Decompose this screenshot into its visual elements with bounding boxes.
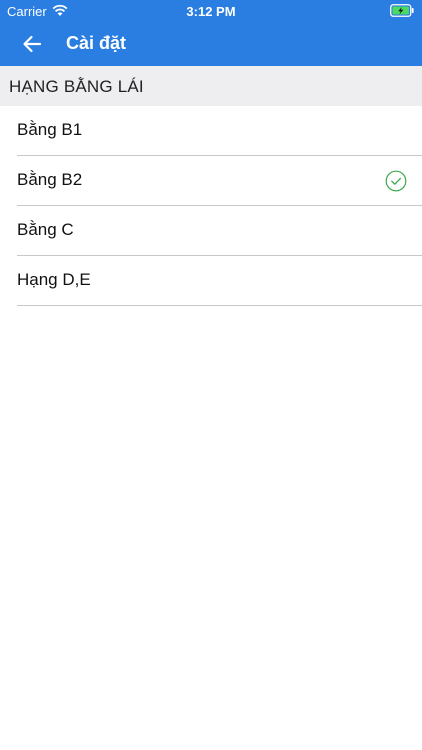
status-bar: Carrier 3:12 PM: [0, 0, 422, 22]
list-item-d-e[interactable]: Hạng D,E: [17, 256, 422, 306]
license-class-list: Bằng B1 Bằng B2 Bằng C Hạng D,E: [0, 106, 422, 306]
list-item-label: Bằng B2: [17, 170, 83, 189]
arrow-left-icon: [23, 35, 42, 53]
list-item-b2[interactable]: Bằng B2: [17, 156, 422, 206]
check-circle-icon: [385, 170, 407, 192]
app-header: Carrier 3:12 PM Cài đặt: [0, 0, 422, 66]
list-item-b1[interactable]: Bằng B1: [17, 106, 422, 156]
navigation-bar: Cài đặt: [0, 22, 422, 66]
status-time: 3:12 PM: [186, 4, 236, 19]
page-title: Cài đặt: [66, 33, 127, 53]
back-button[interactable]: [14, 29, 50, 59]
list-item-c[interactable]: Bằng C: [17, 206, 422, 256]
list-item-label: Hạng D,E: [17, 270, 91, 289]
list-item-label: Bằng B1: [17, 120, 83, 139]
section-header: HẠNG BẰNG LÁI: [0, 66, 422, 106]
battery-charging-icon: [390, 4, 414, 17]
list-item-label: Bằng C: [17, 220, 74, 239]
